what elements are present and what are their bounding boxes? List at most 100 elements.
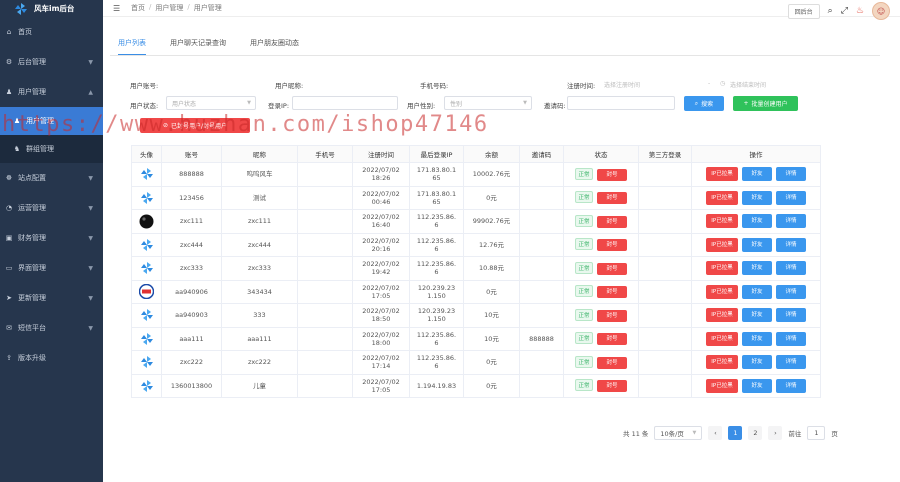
account-cell: zxc333: [161, 256, 222, 281]
avatar: [139, 331, 154, 346]
ban-button[interactable]: 封号: [597, 262, 627, 275]
friends-button[interactable]: 好友: [742, 237, 772, 252]
page-2-button[interactable]: 2: [748, 426, 763, 440]
detail-button[interactable]: 详情: [776, 378, 806, 393]
avatar-badge-icon: [139, 284, 154, 300]
ban-button[interactable]: 封号: [597, 356, 627, 369]
breadcrumb-user[interactable]: 用户管理: [155, 3, 183, 13]
back-admin-button[interactable]: 回后台: [787, 3, 820, 19]
sidebar-subitem-1[interactable]: ♞ 群组管理: [0, 135, 103, 163]
tab-user-list[interactable]: 用户列表: [118, 38, 146, 56]
regtime-end-input[interactable]: 选择结束时间: [730, 80, 766, 89]
ip-blacklist-button[interactable]: IP已拉黑: [706, 237, 738, 252]
status-select[interactable]: 用户状态 ▼: [166, 96, 256, 110]
invite-input[interactable]: [567, 96, 675, 110]
sidebar-item-9[interactable]: ⇪ 版本升级: [0, 343, 103, 373]
next-page-button[interactable]: ›: [768, 426, 783, 440]
status-cell: 正常 封号: [563, 162, 639, 187]
friends-button[interactable]: 好友: [742, 355, 772, 370]
breadcrumb-home[interactable]: 首页: [131, 3, 145, 13]
prev-page-button[interactable]: ‹: [708, 426, 723, 440]
gender-select[interactable]: 性别 ▼: [444, 96, 532, 110]
sidebar-item-7[interactable]: ➤ 更新管理 ▼: [0, 283, 103, 313]
regtime-cell: 2022/07/02 17:05: [352, 373, 410, 398]
tab-moments[interactable]: 用户朋友圈动态: [250, 38, 299, 56]
ip-blacklist-button[interactable]: IP已拉黑: [706, 261, 738, 276]
ban-button[interactable]: 封号: [597, 309, 627, 322]
ip-cell: 120.239.23 1.150: [409, 303, 464, 328]
ban-button[interactable]: 封号: [597, 168, 627, 181]
ip-blacklist-button[interactable]: IP已拉黑: [706, 214, 738, 229]
ban-button[interactable]: 封号: [597, 286, 627, 299]
sidebar-item-label: 短信平台: [18, 324, 46, 332]
phone-cell: [297, 232, 353, 257]
search-button[interactable]: ⌕ 搜索: [684, 96, 724, 111]
ip-blacklist-button[interactable]: IP已拉黑: [706, 167, 738, 182]
sidebar-submenu: ♟ 用户管理 ♞ 群组管理: [0, 107, 103, 163]
sidebar-item-6[interactable]: ▭ 界面管理 ▼: [0, 253, 103, 283]
ip-blacklist-button[interactable]: IP已拉黑: [706, 378, 738, 393]
friends-button[interactable]: 好友: [742, 331, 772, 346]
detail-button[interactable]: 详情: [776, 284, 806, 299]
page-1-button[interactable]: 1: [728, 426, 743, 440]
batch-create-button[interactable]: + 批量创建用户: [733, 96, 798, 111]
sidebar-item-3[interactable]: ☸ 站点配置 ▼: [0, 163, 103, 193]
tab-chat-records[interactable]: 用户聊天记录查询: [170, 38, 226, 56]
sidebar-item-2[interactable]: ♟ 用户管理 ▲: [0, 77, 103, 107]
goto-input[interactable]: 1: [807, 426, 826, 440]
friends-button[interactable]: 好友: [742, 308, 772, 323]
user-avatar[interactable]: ☺: [872, 2, 890, 20]
ban-button[interactable]: 封号: [597, 380, 627, 393]
actions-cell: IP已拉黑 好友 详情: [691, 256, 821, 281]
ban-button[interactable]: 封号: [597, 239, 627, 252]
sidebar-item-5[interactable]: ▣ 财务管理 ▼: [0, 223, 103, 253]
regtime-start-input[interactable]: 选择注册时间: [604, 80, 640, 89]
detail-button[interactable]: 详情: [776, 167, 806, 182]
app-title: 风车im后台: [34, 4, 75, 13]
user-icon: ♟: [5, 88, 13, 96]
fullscreen-icon[interactable]: ⤢: [841, 6, 848, 16]
regtime-cell: 2022/07/02 17:05: [352, 279, 410, 304]
detail-button[interactable]: 详情: [776, 331, 806, 346]
goto-label: 前往: [788, 430, 802, 438]
ban-button[interactable]: 封号: [597, 333, 627, 346]
friends-button[interactable]: 好友: [742, 261, 772, 276]
friends-button[interactable]: 好友: [742, 284, 772, 299]
friends-button[interactable]: 好友: [742, 167, 772, 182]
detail-button[interactable]: 详情: [776, 237, 806, 252]
ip-blacklist-button[interactable]: IP已拉黑: [706, 284, 738, 299]
banned-users-button[interactable]: ⊘ 已封号用户/封号用户: [140, 118, 250, 133]
page-size-select[interactable]: 10条/页 ▼: [654, 426, 703, 440]
detail-button[interactable]: 详情: [776, 190, 806, 205]
ban-button[interactable]: 封号: [597, 215, 627, 228]
regtime-cell: 2022/07/02 17:14: [352, 350, 410, 375]
nickname-cell: 333: [221, 303, 298, 328]
balance-cell: 10元: [463, 326, 520, 351]
detail-button[interactable]: 详情: [776, 214, 806, 229]
sidebar-subitem-0[interactable]: ♟ 用户管理: [0, 107, 103, 135]
menu-fold-icon[interactable]: ☰: [113, 4, 123, 13]
sidebar-item-label: 站点配置: [18, 174, 46, 182]
ip-blacklist-button[interactable]: IP已拉黑: [706, 331, 738, 346]
nickname-cell: zxc222: [221, 350, 298, 375]
friends-button[interactable]: 好友: [742, 190, 772, 205]
friends-button[interactable]: 好友: [742, 378, 772, 393]
avatar-cell: [131, 162, 162, 187]
sidebar-item-1[interactable]: ⚙ 后台管理 ▼: [0, 47, 103, 77]
loginip-input[interactable]: [292, 96, 398, 110]
search-icon[interactable]: ⌕: [828, 6, 833, 16]
ban-button[interactable]: 封号: [597, 192, 627, 205]
detail-button[interactable]: 详情: [776, 261, 806, 276]
sidebar-item-4[interactable]: ◔ 运营管理 ▼: [0, 193, 103, 223]
notification-icon[interactable]: ♨: [856, 6, 864, 16]
thirdparty-cell: [638, 373, 692, 398]
detail-button[interactable]: 详情: [776, 308, 806, 323]
sidebar-item-8[interactable]: ✉ 短信平台 ▼: [0, 313, 103, 343]
balance-cell: 12.76元: [463, 232, 520, 257]
friends-button[interactable]: 好友: [742, 214, 772, 229]
ip-blacklist-button[interactable]: IP已拉黑: [706, 355, 738, 370]
detail-button[interactable]: 详情: [776, 355, 806, 370]
ip-blacklist-button[interactable]: IP已拉黑: [706, 308, 738, 323]
ip-blacklist-button[interactable]: IP已拉黑: [706, 190, 738, 205]
sidebar-item-0[interactable]: ⌂ 首页: [0, 17, 103, 47]
